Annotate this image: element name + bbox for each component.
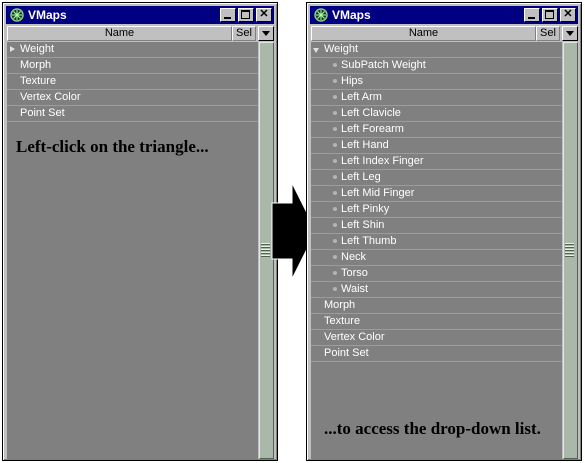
scrollbar[interactable] [563,42,578,459]
list-item[interactable]: Vertex Color [311,330,562,346]
list-item-label: SubPatch Weight [341,59,426,71]
window-title: VMaps [332,8,371,22]
list-item-label: Left Mid Finger [341,187,415,199]
list-item-label: Left Shin [341,219,385,231]
lightwave-icon [314,8,328,22]
bullet-icon [333,79,337,83]
list-item-child[interactable]: Left Shin [311,218,562,234]
list-item-label: Point Set [20,107,65,119]
bullet-icon [333,127,337,131]
lightwave-icon [10,8,24,22]
instruction-text-left: Left-click on the triangle... [16,137,209,156]
column-sel-header[interactable]: Sel [232,26,256,41]
list-item-label: Left Index Finger [341,155,424,167]
list-item-child[interactable]: Left Thumb [311,234,562,250]
list-item-child[interactable]: Waist [311,282,562,298]
list-item-label: Left Pinky [341,203,390,215]
minimize-button[interactable] [524,8,540,22]
list-item[interactable]: Texture [311,314,562,330]
bullet-icon [333,95,337,99]
list-item[interactable]: Texture [7,74,258,90]
list-item[interactable]: Vertex Color [7,90,258,106]
vmaps-window-collapsed: VMaps ✕ Name Sel Weight Morph Texture Verte… [2,2,278,461]
instruction-text-right: ...to access the drop-down list. [324,419,541,438]
maximize-button[interactable] [238,8,254,22]
list-item-child[interactable]: Left Index Finger [311,154,562,170]
list-item-child[interactable]: SubPatch Weight [311,58,562,74]
bullet-icon [333,255,337,259]
list-item-child[interactable]: Left Mid Finger [311,186,562,202]
list-item-label: Point Set [324,347,369,359]
list-item-label: Left Hand [341,139,389,151]
list-item-child[interactable]: Left Hand [311,138,562,154]
list-item-label: Left Forearm [341,123,404,135]
list-item-label: Left Thumb [341,235,397,247]
title-bar[interactable]: VMaps ✕ [310,6,578,24]
bullet-icon [333,287,337,291]
list-item-child[interactable]: Hips [311,74,562,90]
list-item-child[interactable]: Left Arm [311,90,562,106]
window-title: VMaps [28,8,67,22]
bullet-icon [333,159,337,163]
title-bar[interactable]: VMaps ✕ [6,6,274,24]
list-item[interactable]: Point Set [311,346,562,362]
list-item-label: Weight [324,43,359,55]
list-item-label: Texture [20,75,57,87]
scrollbar-grip [261,243,270,257]
bullet-icon [333,175,337,179]
list-item-child[interactable]: Left Pinky [311,202,562,218]
chevron-down-icon[interactable] [258,26,274,41]
bullet-icon [333,111,337,115]
column-name-header[interactable]: Name [7,26,232,41]
close-button[interactable]: ✕ [560,8,576,22]
bullet-icon [333,191,337,195]
scrollbar-grip [565,243,574,257]
column-sel-header[interactable]: Sel [536,26,560,41]
column-header: Name Sel [7,26,256,41]
triangle-right-icon[interactable] [10,46,15,52]
maximize-button[interactable] [542,8,558,22]
bullet-icon [333,63,337,67]
minimize-button[interactable] [220,8,236,22]
triangle-down-icon[interactable] [313,48,319,53]
list-item-label: Weight [20,43,55,55]
list-item-label: Morph [324,299,356,311]
list-item[interactable]: Weight [7,42,258,58]
list-item-label: Torso [341,267,368,279]
bullet-icon [333,143,337,147]
list-item[interactable]: Morph [311,298,562,314]
chevron-down-icon[interactable] [562,26,578,41]
list-item-label: Left Clavicle [341,107,401,119]
list-item-label: Left Leg [341,171,381,183]
vmap-list: Weight SubPatch Weight Hips Left Arm Left Cl… [311,42,562,459]
vmaps-window-expanded: VMaps ✕ Name Sel Weight SubPatch Weight Hi… [306,2,582,461]
bullet-icon [333,239,337,243]
bullet-icon [333,223,337,227]
vmap-list: Weight Morph Texture Vertex Color Point Set [7,42,258,459]
list-item[interactable]: Morph [7,58,258,74]
column-header: Name Sel [311,26,560,41]
column-name-header[interactable]: Name [311,26,536,41]
list-item-child[interactable]: Neck [311,250,562,266]
list-item-child[interactable]: Left Leg [311,170,562,186]
list-item[interactable]: Weight [311,42,562,58]
list-item-label: Neck [341,251,367,263]
close-button[interactable]: ✕ [256,8,272,22]
list-item-child[interactable]: Left Clavicle [311,106,562,122]
list-item-child[interactable]: Torso [311,266,562,282]
bullet-icon [333,207,337,211]
list-item[interactable]: Point Set [7,106,258,122]
list-item-label: Morph [20,59,52,71]
bullet-icon [333,271,337,275]
list-item-label: Waist [341,283,369,295]
list-item-label: Vertex Color [20,91,81,103]
list-item-child[interactable]: Left Forearm [311,122,562,138]
list-item-label: Vertex Color [324,331,385,343]
list-item-label: Texture [324,315,361,327]
list-item-label: Left Arm [341,91,382,103]
list-item-label: Hips [341,75,364,87]
